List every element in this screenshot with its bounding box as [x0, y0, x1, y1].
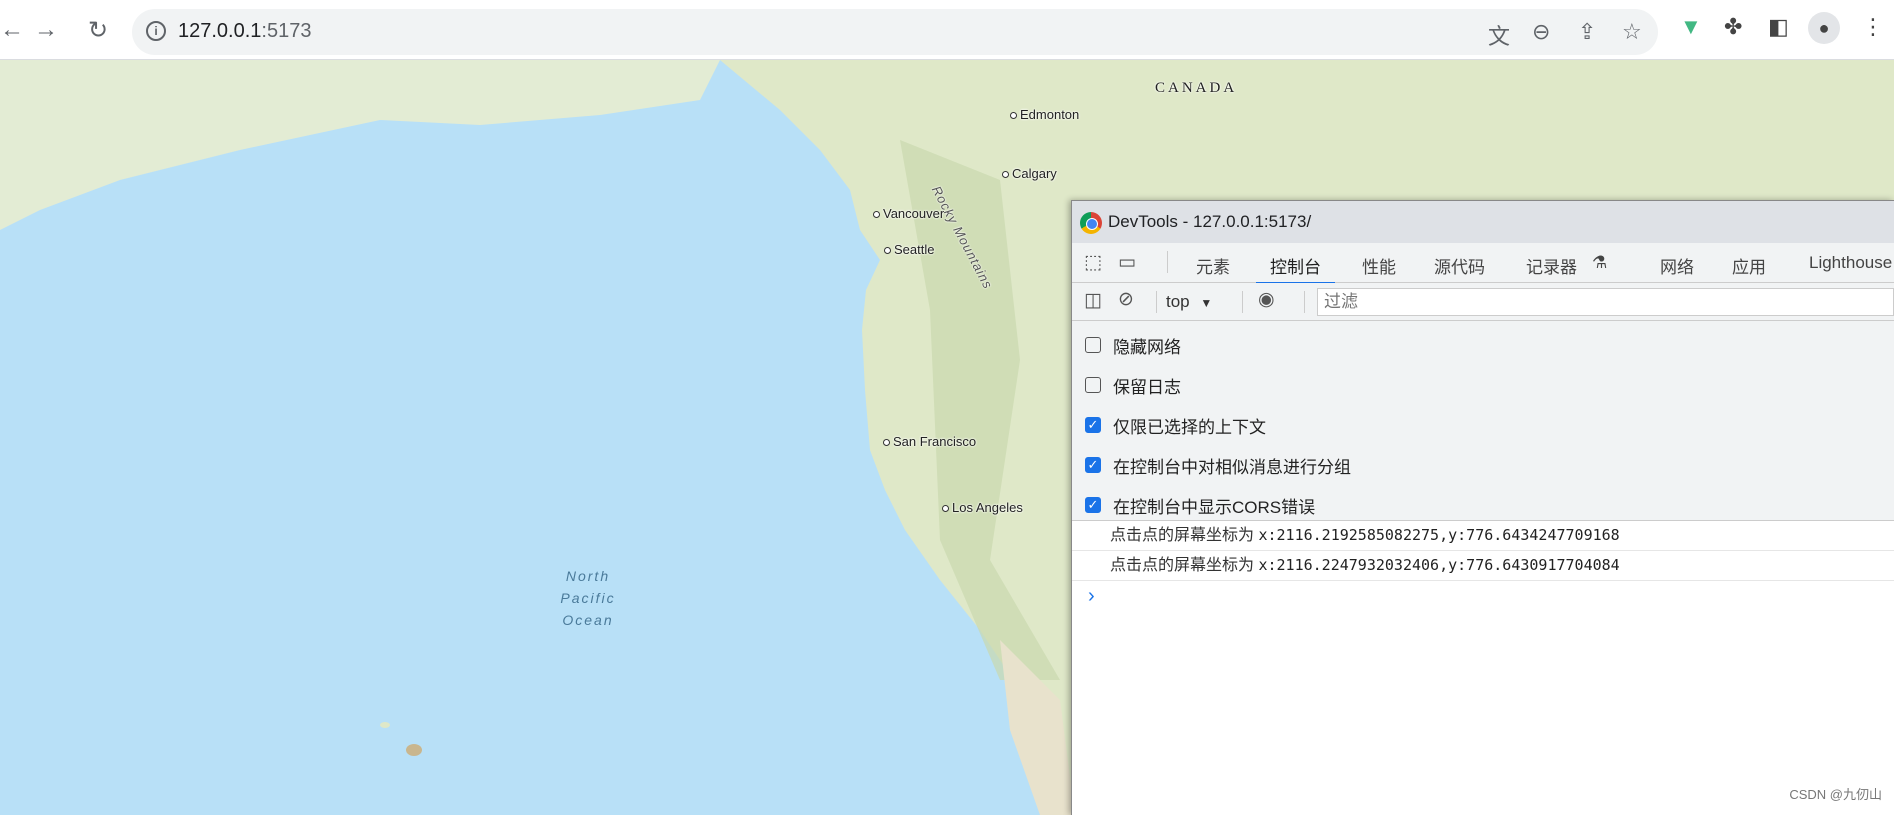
setting-label: 保留日志 [1113, 377, 1181, 397]
setting-checkbox[interactable]: 保留日志 [1072, 365, 1894, 405]
hawaii-island [406, 744, 422, 756]
message-prefix: 点击点的屏幕坐标为 [1110, 527, 1255, 544]
extensions-icon[interactable]: ✤ [1724, 14, 1742, 40]
checkbox[interactable] [1085, 377, 1101, 393]
tab-application[interactable]: 应用 [1732, 253, 1766, 278]
message-value: x:2116.2192585082275,y:776.6434247709168 [1258, 526, 1620, 544]
vue-devtools-icon[interactable]: ▼ [1680, 14, 1702, 40]
devtools-window: DevTools - 127.0.0.1:5173/ ⬚ ▭ 元素 控制台 性能… [1071, 200, 1894, 815]
translate-icon[interactable]: 文 [1488, 19, 1510, 51]
tab-recorder[interactable]: 记录器 [1526, 253, 1577, 278]
dropdown-arrow-icon: ▼ [1200, 296, 1213, 310]
checkbox[interactable]: ✓ [1085, 457, 1101, 473]
setting-checkbox[interactable]: ✓ 在控制台中对相似消息进行分组 [1072, 445, 1894, 485]
tab-console[interactable]: 控制台 [1256, 253, 1335, 284]
city-los-angeles: Los Angeles [942, 500, 1023, 515]
reload-icon[interactable]: ↻ [88, 16, 108, 45]
flask-icon: ⚗ [1592, 253, 1608, 272]
console-message: 点击点的屏幕坐标为 x:2116.2192585082275,y:776.643… [1072, 521, 1894, 551]
city-seattle: Seattle [884, 242, 934, 257]
setting-label: 仅限已选择的上下文 [1113, 417, 1266, 437]
tab-sources[interactable]: 源代码 [1434, 253, 1485, 278]
alaska-land [0, 60, 720, 230]
setting-checkbox[interactable]: ✓ 在控制台中显示CORS错误 [1072, 485, 1894, 525]
devtools-title: DevTools - 127.0.0.1:5173/ [1108, 212, 1312, 231]
console-toolbar: ◫ ⊘ top ▼ ◉ [1072, 283, 1894, 321]
back-icon[interactable]: ← [0, 16, 24, 44]
label-north-pacific-ocean: North Pacific Ocean [560, 568, 616, 628]
menu-icon[interactable]: ⋮ [1862, 14, 1884, 40]
devtools-titlebar[interactable]: DevTools - 127.0.0.1:5173/ [1072, 201, 1894, 243]
setting-checkbox[interactable]: ✓ 仅限已选择的上下文 [1072, 405, 1894, 445]
context-selector[interactable]: top ▼ [1166, 292, 1212, 312]
inspect-element-icon[interactable]: ⬚ [1084, 251, 1102, 274]
live-expression-eye-icon[interactable]: ◉ [1258, 288, 1275, 311]
setting-label: 在控制台中对相似消息进行分组 [1113, 457, 1351, 477]
tab-elements[interactable]: 元素 [1196, 253, 1230, 278]
device-toolbar-icon[interactable]: ▭ [1118, 251, 1136, 274]
console-message: 点击点的屏幕坐标为 x:2116.2247932032406,y:776.643… [1072, 551, 1894, 581]
checkbox[interactable]: ✓ [1085, 417, 1101, 433]
console-settings: 隐藏网络保留日志 ✓ 仅限已选择的上下文 ✓ 在控制台中对相似消息进行分组 ✓ 在控制台中显… [1072, 321, 1894, 521]
message-value: x:2116.2247932032406,y:776.6430917704084 [1258, 556, 1620, 574]
console-filter-input[interactable] [1317, 288, 1894, 316]
url-text[interactable]: 127.0.0.1:5173 [178, 20, 311, 43]
tab-lighthouse[interactable]: Lighthouse [1809, 253, 1892, 273]
watermark: CSDN @九仞山 [1789, 787, 1882, 802]
side-panel-icon[interactable]: ◧ [1768, 14, 1789, 40]
setting-label: 在控制台中显示CORS错误 [1113, 497, 1316, 517]
share-icon[interactable]: ⇪ [1578, 19, 1596, 45]
label-canada: CANADA [1155, 80, 1238, 96]
checkbox[interactable] [1085, 337, 1101, 353]
city-vancouver: Vancouver [873, 206, 944, 221]
address-bar[interactable]: i 127.0.0.1:5173 文 ⊖ ⇪ ☆ [132, 9, 1658, 55]
console-messages: 点击点的屏幕坐标为 x:2116.2192585082275,y:776.643… [1072, 521, 1894, 581]
info-icon[interactable]: i [146, 21, 166, 41]
chrome-icon [1080, 212, 1102, 234]
sidebar-toggle-icon[interactable]: ◫ [1084, 289, 1102, 312]
city-calgary: Calgary [1002, 166, 1057, 181]
zoom-out-icon[interactable]: ⊖ [1532, 19, 1550, 45]
star-icon[interactable]: ☆ [1622, 19, 1642, 45]
browser-toolbar: ← → ↻ i 127.0.0.1:5173 文 ⊖ ⇪ ☆ ▼ ✤ ◧ ● ⋮ [0, 0, 1894, 60]
clear-console-icon[interactable]: ⊘ [1118, 288, 1134, 311]
devtools-tabs: ⬚ ▭ 元素 控制台 性能 源代码 记录器 ⚗ 网络 应用 Lighthouse [1072, 243, 1894, 284]
checkbox[interactable]: ✓ [1085, 497, 1101, 513]
setting-label: 隐藏网络 [1113, 337, 1181, 357]
console-prompt[interactable]: › [1072, 581, 1894, 611]
tab-performance[interactable]: 性能 [1362, 253, 1396, 278]
profile-icon[interactable]: ● [1808, 12, 1840, 44]
city-san-francisco: San Francisco [883, 434, 976, 449]
forward-icon[interactable]: → [34, 16, 58, 44]
message-prefix: 点击点的屏幕坐标为 [1110, 557, 1255, 574]
city-edmonton: Edmonton [1010, 107, 1079, 122]
setting-checkbox[interactable]: 隐藏网络 [1072, 325, 1894, 365]
tab-network[interactable]: 网络 [1660, 253, 1694, 278]
